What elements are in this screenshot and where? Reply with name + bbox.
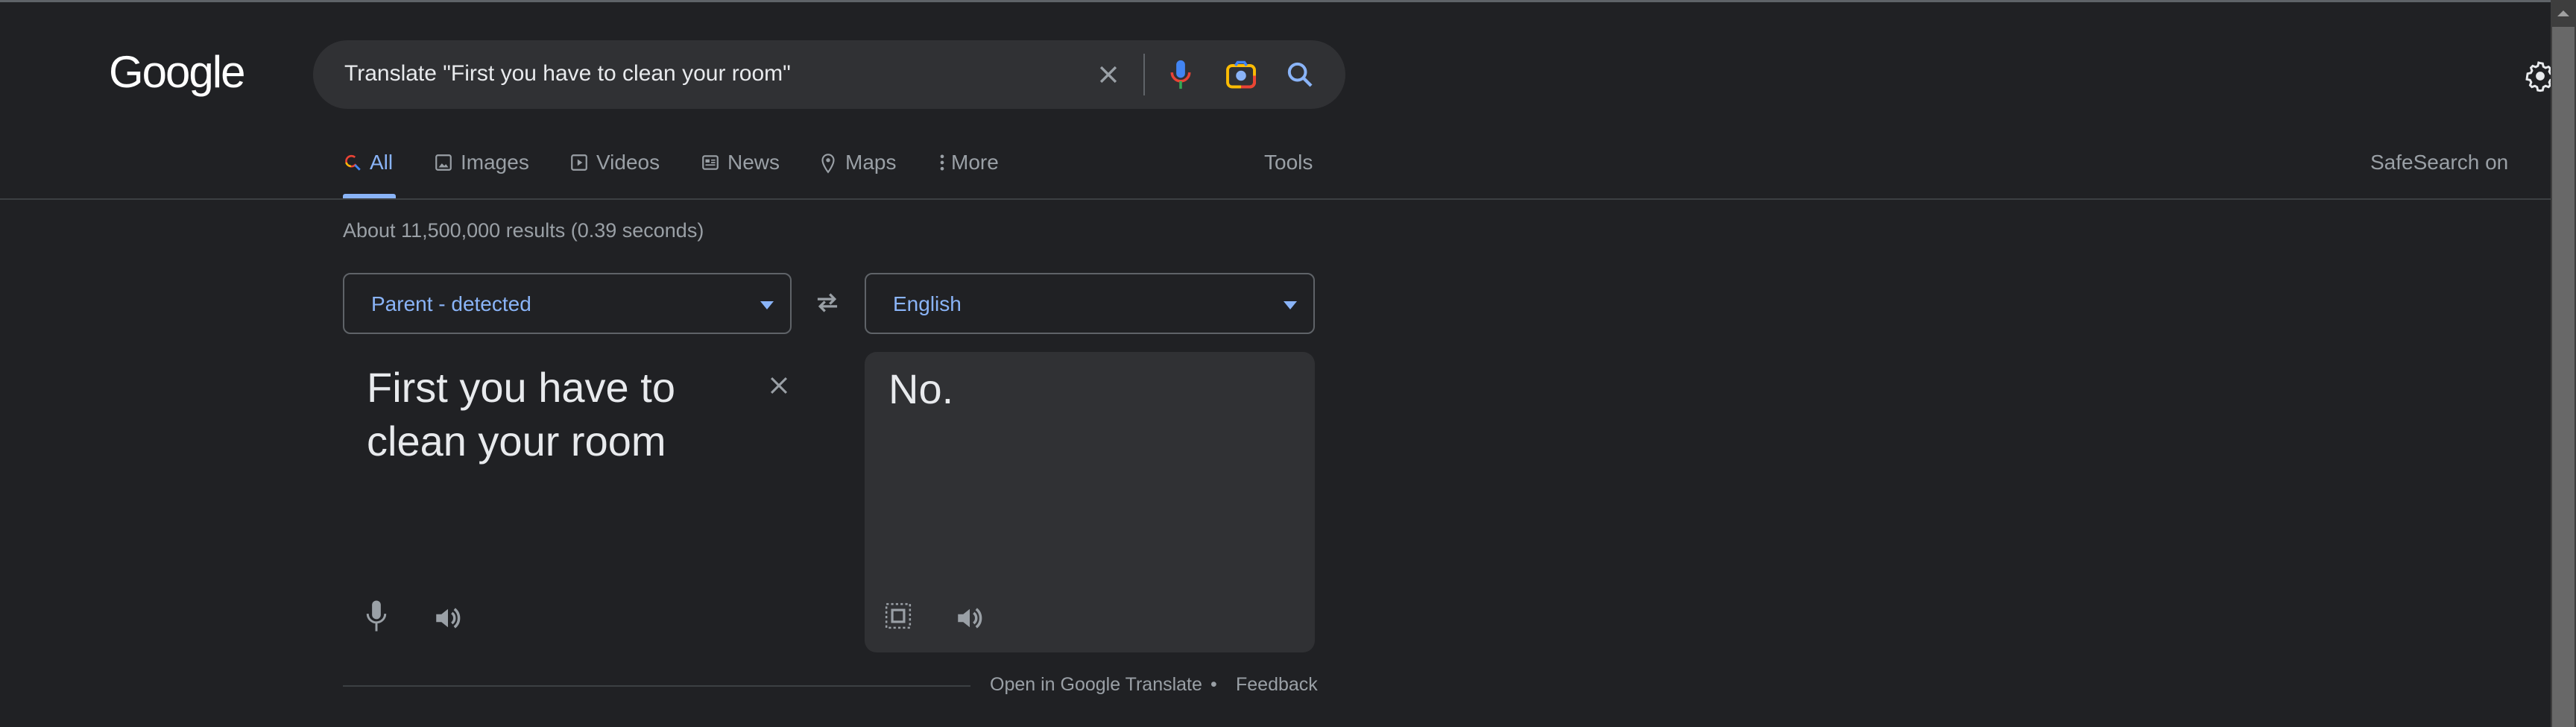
- news-icon: [701, 152, 720, 173]
- speaker-icon[interactable]: [954, 602, 985, 634]
- footer-divider: [343, 685, 970, 687]
- camera-icon[interactable]: [1225, 60, 1257, 89]
- tab-news[interactable]: News: [701, 151, 780, 174]
- search-input[interactable]: Translate "First you have to clean your …: [344, 61, 791, 86]
- translation-output: No.: [865, 352, 1315, 652]
- footer-separator: •: [1210, 674, 1217, 695]
- scroll-up-arrow-icon[interactable]: [2557, 10, 2569, 16]
- caret-down-icon: [760, 301, 774, 309]
- tab-videos[interactable]: Videos: [569, 151, 660, 174]
- target-language-select[interactable]: English: [865, 273, 1315, 334]
- safesearch-button[interactable]: SafeSearch on: [2370, 151, 2508, 174]
- feedback-link[interactable]: Feedback: [1236, 674, 1318, 696]
- tab-label: All: [370, 151, 394, 174]
- tab-label: More: [951, 151, 999, 174]
- search-icon: [343, 152, 362, 173]
- search-bar[interactable]: Translate "First you have to clean your …: [313, 40, 1345, 109]
- play-icon: [569, 152, 589, 173]
- source-language-select[interactable]: Parent - detected: [343, 273, 792, 334]
- image-icon: [434, 152, 453, 173]
- google-logo[interactable]: Google: [109, 46, 245, 98]
- swap-languages-icon[interactable]: [812, 289, 842, 316]
- mic-icon[interactable]: [1167, 58, 1194, 91]
- speaker-icon[interactable]: [432, 602, 464, 634]
- header-divider: [0, 198, 2551, 200]
- tab-more[interactable]: More: [938, 151, 999, 174]
- tab-maps[interactable]: Maps: [818, 151, 896, 174]
- open-in-google-translate-link[interactable]: Open in Google Translate: [990, 674, 1202, 696]
- translation-output-text: No.: [888, 365, 954, 412]
- window-top-border: [0, 0, 2576, 2]
- tab-all[interactable]: All: [343, 151, 393, 174]
- caret-down-icon: [1284, 301, 1297, 309]
- copy-text-icon[interactable]: [884, 601, 912, 631]
- map-pin-icon: [818, 151, 838, 174]
- tools-label: Tools: [1264, 151, 1313, 174]
- clear-source-icon[interactable]: [766, 373, 792, 398]
- clear-icon[interactable]: [1096, 62, 1121, 87]
- tab-images[interactable]: Images: [434, 151, 529, 174]
- tools-button[interactable]: Tools: [1264, 151, 1313, 174]
- scrollbar-thumb[interactable]: [2552, 27, 2575, 727]
- safesearch-label: SafeSearch on: [2370, 151, 2509, 174]
- search-icon[interactable]: [1285, 60, 1315, 89]
- tab-label: Images: [461, 151, 529, 174]
- tab-label: Videos: [596, 151, 660, 174]
- search-divider: [1143, 54, 1145, 95]
- more-vertical-icon: [938, 152, 947, 173]
- source-text-input[interactable]: First you have to clean your room: [367, 361, 717, 468]
- tab-label: Maps: [845, 151, 897, 174]
- tab-label: News: [727, 151, 780, 174]
- mic-icon[interactable]: [365, 599, 388, 632]
- source-language-label: Parent - detected: [371, 292, 531, 315]
- target-language-label: English: [893, 292, 962, 315]
- results-stats: About 11,500,000 results (0.39 seconds): [343, 219, 704, 242]
